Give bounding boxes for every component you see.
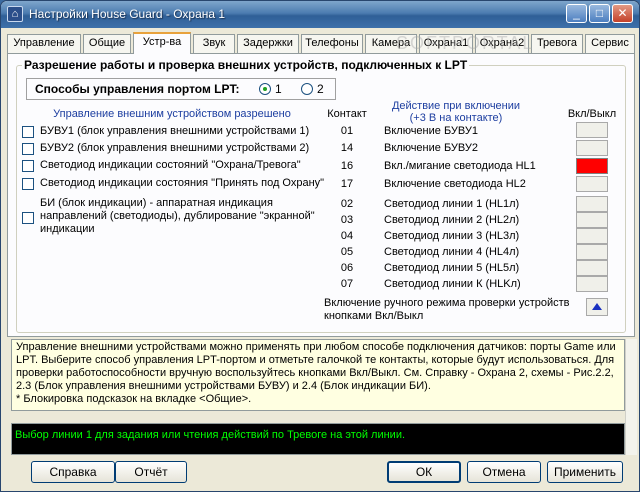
status-message-box: Выбор линии 1 для задания или чтения дей… — [11, 423, 625, 455]
toggle-button-contact-14[interactable] — [576, 140, 608, 156]
device-checkbox-buvu1[interactable] — [22, 126, 34, 138]
tab-guard1[interactable]: Охрана1 — [419, 34, 473, 53]
tab-sound[interactable]: Звук — [193, 34, 235, 53]
tab-general[interactable]: Общие — [83, 34, 131, 53]
toggle-button-contact-17[interactable] — [576, 176, 608, 192]
apply-button[interactable]: Применить — [547, 461, 623, 483]
contact-number: 14 — [340, 142, 354, 154]
device-checkbox-indicator-block[interactable] — [22, 212, 34, 224]
contact-number: 17 — [340, 178, 354, 190]
lpt-mode-radio-1-label: 1 — [275, 82, 282, 96]
contact-number: 03 — [340, 214, 354, 226]
tab-service[interactable]: Сервис — [585, 34, 635, 53]
minimize-button[interactable]: _ — [566, 4, 587, 23]
toggle-button-contact-04[interactable] — [576, 228, 608, 244]
toggle-button-contact-16[interactable] — [576, 158, 608, 174]
maximize-button[interactable]: □ — [589, 4, 610, 23]
report-button[interactable]: Отчёт — [115, 461, 187, 483]
contact-number: 04 — [340, 230, 354, 242]
contact-number: 06 — [340, 262, 354, 274]
contact-action: Светодиод линии 5 (HL5л) — [384, 262, 520, 274]
help-hint-box: Управление внешними устройствами можно п… — [11, 339, 625, 411]
tab-control[interactable]: Управление — [7, 34, 81, 53]
devices-column-header: Управление внешним устройством разрешено — [53, 108, 291, 120]
group-title: Разрешение работы и проверка внешних уст… — [22, 58, 470, 72]
contact-number: 07 — [340, 278, 354, 290]
tab-phones[interactable]: Телефоны — [301, 34, 363, 53]
toggle-button-contact-02[interactable] — [576, 196, 608, 212]
device-label-indicator-line2: направлений (светодиоды), дублирование "… — [40, 210, 315, 222]
contact-action: Светодиод линии К (HLKл) — [384, 278, 521, 290]
devices-panel: Разрешение работы и проверка внешних уст… — [7, 53, 635, 337]
help-line: проверки работоспособности вручную воспо… — [16, 367, 614, 379]
lpt-mode-radio-2-label: 2 — [317, 82, 324, 96]
action-column-header-line2: (+3 В на контакте) — [409, 112, 503, 124]
manual-mode-label-line2: кнопками Вкл/Выкл — [324, 310, 424, 322]
contact-number: 16 — [340, 160, 354, 172]
contact-column-header: Контакт — [327, 108, 367, 120]
manual-mode-label-line1: Включение ручного режима проверки устрой… — [324, 297, 570, 309]
contact-action: Включение светодиода HL2 — [384, 178, 526, 190]
device-label-indicator-line3: индикации — [40, 223, 95, 235]
toggle-button-contact-03[interactable] — [576, 212, 608, 228]
contact-number: 05 — [340, 246, 354, 258]
device-label-buvu2: БУВУ2 (блок управления внешними устройст… — [40, 142, 310, 154]
manual-mode-up-arrow-button[interactable] — [586, 298, 608, 316]
vertical-scrollbar[interactable] — [625, 339, 637, 455]
help-line: 2.3 (Блок управления внешними устройства… — [16, 380, 431, 392]
action-column-header-line1: Действие при включении — [391, 100, 521, 112]
lpt-mode-label: Способы управления портом LPT: — [35, 82, 240, 96]
contact-action: Включение БУВУ2 — [384, 142, 478, 154]
tab-devices[interactable]: Устр-ва — [133, 32, 191, 54]
contact-action: Включение БУВУ1 — [384, 125, 478, 137]
device-checkbox-buvu2[interactable] — [22, 143, 34, 155]
help-line: LPT. Выберите способ управления LPT-порт… — [16, 354, 615, 366]
toggle-button-contact-01[interactable] — [576, 122, 608, 138]
toggle-column-header: Вкл/Выкл — [567, 108, 617, 120]
toggle-button-contact-07[interactable] — [576, 276, 608, 292]
tab-camera[interactable]: Камера — [365, 34, 417, 53]
contact-action: Вкл./мигание светодиода HL1 — [384, 160, 536, 172]
device-label-buvu1: БУВУ1 (блок управления внешними устройст… — [40, 125, 310, 137]
help-line: * Блокировка подсказок на вкладке <Общие… — [16, 393, 252, 405]
device-checkbox-led-alarm[interactable] — [22, 160, 34, 172]
window-title: Настройки House Guard - Охрана 1 — [29, 7, 226, 21]
device-checkbox-led-arm[interactable] — [22, 178, 34, 190]
device-label-led-alarm: Светодиод индикации состояний "Охрана/Тр… — [40, 159, 301, 171]
close-button[interactable]: ✕ — [612, 4, 633, 23]
contact-action: Светодиод линии 4 (HL4л) — [384, 246, 520, 258]
toggle-button-contact-06[interactable] — [576, 260, 608, 276]
lpt-mode-box: Способы управления портом LPT: 1 2 — [26, 78, 336, 100]
contact-action: Светодиод линии 1 (HL1л) — [384, 198, 520, 210]
lpt-mode-radio-2[interactable] — [301, 83, 313, 95]
app-icon: ⌂ — [7, 6, 23, 22]
contact-action: Светодиод линии 3 (HL3л) — [384, 230, 520, 242]
manual-mode-label: Включение ручного режима проверки устрой… — [324, 297, 574, 323]
toggle-button-contact-05[interactable] — [576, 244, 608, 260]
contact-number: 02 — [340, 198, 354, 210]
status-message: Выбор линии 1 для задания или чтения дей… — [15, 429, 406, 441]
ok-button[interactable]: ОК — [387, 461, 461, 483]
settings-window: ⌂ Настройки House Guard - Охрана 1 _ □ ✕… — [0, 0, 640, 492]
tab-strip: Управление Общие Устр-ва Звук Задержки Т… — [7, 32, 637, 54]
help-line: Управление внешними устройствами можно п… — [16, 341, 616, 353]
help-button[interactable]: Справка — [31, 461, 115, 483]
tab-guard2[interactable]: Охрана2 — [475, 34, 529, 53]
device-label-led-arm: Светодиод индикации состояния "Принять п… — [40, 177, 325, 189]
device-label-indicator-line1: БИ (блок индикации) - аппаратная индикац… — [40, 197, 273, 209]
contact-action: Светодиод линии 2 (HL2л) — [384, 214, 520, 226]
title-bar[interactable]: ⌂ Настройки House Guard - Охрана 1 _ □ ✕ — [1, 1, 639, 28]
contact-number: 01 — [340, 125, 354, 137]
tab-alarm[interactable]: Тревога — [531, 34, 583, 53]
lpt-mode-radio-1[interactable] — [259, 83, 271, 95]
tab-delays[interactable]: Задержки — [237, 34, 299, 53]
cancel-button[interactable]: Отмена — [467, 461, 541, 483]
